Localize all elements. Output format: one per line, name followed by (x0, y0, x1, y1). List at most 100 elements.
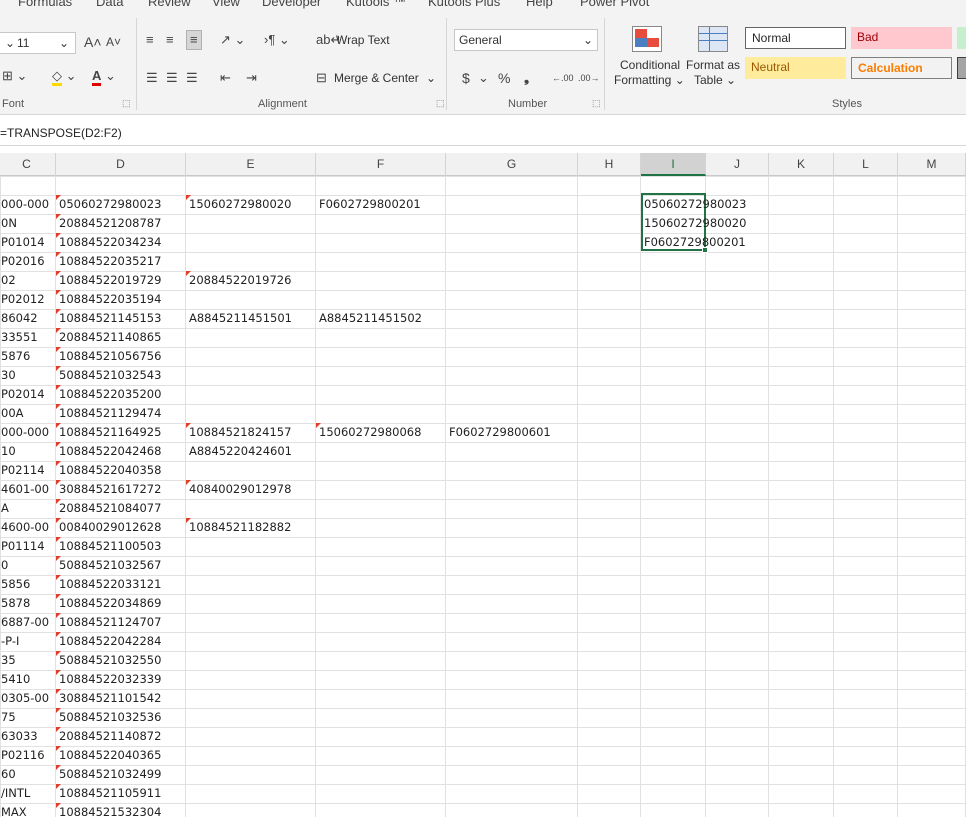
comma-style-icon[interactable]: ❟ (524, 70, 529, 86)
cell-d[interactable]: 10884521164925 (56, 423, 186, 442)
format-as-table-button[interactable]: Format as (686, 58, 740, 72)
column-header-k[interactable]: K (769, 153, 834, 176)
cell-d[interactable]: 10884522042468 (56, 442, 186, 461)
column-header-l[interactable]: L (834, 153, 898, 176)
cell-c[interactable]: 86042 (0, 309, 56, 328)
cell-d[interactable]: 10884522035217 (56, 252, 186, 271)
style-neutral[interactable]: Neutral (745, 57, 846, 79)
dialog-launcher-icon[interactable]: ⬚ (592, 98, 601, 109)
column-header-g[interactable]: G (446, 153, 578, 176)
cell-c[interactable]: P02012 (0, 290, 56, 309)
cell-g[interactable]: F0602729800601 (446, 423, 578, 442)
align-top-icon[interactable]: ≡ (146, 32, 154, 48)
cell-d[interactable]: 10884522034869 (56, 594, 186, 613)
column-header-e[interactable]: E (186, 153, 316, 176)
cell-c[interactable]: 00A (0, 404, 56, 423)
column-header-i[interactable]: I (641, 153, 706, 176)
cell-c[interactable]: 35 (0, 651, 56, 670)
cell-d[interactable]: 10884522035194 (56, 290, 186, 309)
paragraph-direction-icon[interactable]: ›¶ ⌄ (264, 32, 290, 48)
cell-c[interactable]: P01114 (0, 537, 56, 556)
wrap-text-button[interactable]: Wrap Text (336, 33, 390, 47)
cell-c[interactable]: 75 (0, 708, 56, 727)
decrease-indent-icon[interactable]: ⇤ (220, 70, 231, 86)
cell-d[interactable]: 50884521032536 (56, 708, 186, 727)
cell-d[interactable]: 10884522040365 (56, 746, 186, 765)
increase-indent-icon[interactable]: ⇥ (246, 70, 257, 86)
cell-d[interactable]: 00840029012628 (56, 518, 186, 537)
cell-c[interactable]: 5856 (0, 575, 56, 594)
ribbon-tab[interactable]: View (212, 0, 240, 9)
cell-d[interactable]: 50884521032567 (56, 556, 186, 575)
cell-d[interactable]: 10884522019729 (56, 271, 186, 290)
align-left-icon[interactable]: ☰ (146, 70, 158, 86)
cell-d[interactable]: 10884522035200 (56, 385, 186, 404)
decrease-decimal-icon[interactable]: .00→ (578, 70, 600, 86)
formula-bar[interactable]: =TRANSPOSE(D2:F2) (0, 120, 966, 146)
font-color-icon[interactable]: A ⌄ (92, 68, 116, 86)
format-as-table-label-2[interactable]: Table ⌄ (694, 73, 736, 87)
shrink-font-icon[interactable]: A˅ (106, 34, 121, 50)
ribbon-tab[interactable]: Review (148, 0, 191, 9)
orientation-icon[interactable]: ↗ ⌄ (220, 32, 245, 48)
cell-c[interactable]: P02016 (0, 252, 56, 271)
ribbon-tab[interactable]: Developer (262, 0, 321, 9)
column-header-c[interactable]: C (0, 153, 56, 176)
cell-d[interactable]: 10884522042284 (56, 632, 186, 651)
column-header-m[interactable]: M (898, 153, 966, 176)
cell-d[interactable]: 10884522033121 (56, 575, 186, 594)
fill-color-icon[interactable]: ◇ ⌄ (52, 68, 77, 86)
cell-c[interactable]: 4600-00 (0, 518, 56, 537)
cell-d[interactable]: 10884521129474 (56, 404, 186, 423)
increase-decimal-icon[interactable]: ←.00 (552, 70, 574, 86)
format-as-table-icon[interactable] (698, 26, 728, 52)
cell-d[interactable]: 10884521532304 (56, 803, 186, 817)
ribbon-tab[interactable]: Formulas (18, 0, 72, 9)
column-header-f[interactable]: F (316, 153, 446, 176)
cell-f[interactable]: A8845211451502 (316, 309, 446, 328)
cell-e[interactable]: A8845220424601 (186, 442, 316, 461)
font-size-select[interactable]: ⌄ 11 ⌄ (0, 32, 76, 54)
cell-f[interactable]: F0602729800201 (316, 195, 446, 214)
cell-c[interactable]: 02 (0, 271, 56, 290)
cell-c[interactable]: P02114 (0, 461, 56, 480)
cell-d[interactable]: 20884521140865 (56, 328, 186, 347)
cell-d[interactable]: 10884522032339 (56, 670, 186, 689)
cell-c[interactable]: P02014 (0, 385, 56, 404)
column-header-h[interactable]: H (578, 153, 641, 176)
align-middle-icon[interactable]: ≡ (166, 32, 174, 48)
cell-c[interactable]: 4601-00 (0, 480, 56, 499)
cell-c[interactable]: 63033 (0, 727, 56, 746)
align-center-icon[interactable]: ☰ (166, 70, 178, 86)
conditional-formatting-button[interactable]: Conditional (620, 58, 680, 72)
cell-c[interactable]: 33551 (0, 328, 56, 347)
formula-input[interactable]: =TRANSPOSE(D2:F2) (0, 126, 122, 140)
cell-e[interactable]: 10884521824157 (186, 423, 316, 442)
worksheet-grid[interactable]: 000-000 05060272980023 15060272980020 F0602… (0, 176, 966, 817)
grow-font-icon[interactable]: A˄ (84, 34, 102, 50)
cell-c[interactable]: 60 (0, 765, 56, 784)
cell-d[interactable]: 20884521140872 (56, 727, 186, 746)
cell-e[interactable]: A8845211451501 (186, 309, 316, 328)
style-bad[interactable]: Bad (851, 27, 952, 49)
dialog-launcher-icon[interactable]: ⬚ (436, 98, 445, 109)
cell-c[interactable]: 6887-00 (0, 613, 56, 632)
cell-d[interactable]: 10884521124707 (56, 613, 186, 632)
align-right-icon[interactable]: ☰ (186, 70, 198, 86)
cell-d[interactable]: 20884521084077 (56, 499, 186, 518)
style-check-partial[interactable] (957, 57, 966, 79)
cell-d[interactable]: 10884521100503 (56, 537, 186, 556)
fill-handle[interactable] (702, 247, 708, 253)
cell-c[interactable]: -P-I (0, 632, 56, 651)
cell-c[interactable]: 000-000 (0, 195, 56, 214)
cell-c[interactable]: 000-000 (0, 423, 56, 442)
cell-c[interactable]: 0N (0, 214, 56, 233)
style-normal[interactable]: Normal (745, 27, 846, 49)
align-bottom-icon[interactable]: ≡ (186, 30, 202, 50)
cell-d[interactable]: 50884521032550 (56, 651, 186, 670)
cell-c[interactable]: 5878 (0, 594, 56, 613)
cell-d[interactable]: 05060272980023 (56, 195, 186, 214)
cell-c[interactable]: /INTL (0, 784, 56, 803)
dialog-launcher-icon[interactable]: ⬚ (122, 98, 131, 109)
ribbon-tab[interactable]: Power Pivot (580, 0, 649, 9)
